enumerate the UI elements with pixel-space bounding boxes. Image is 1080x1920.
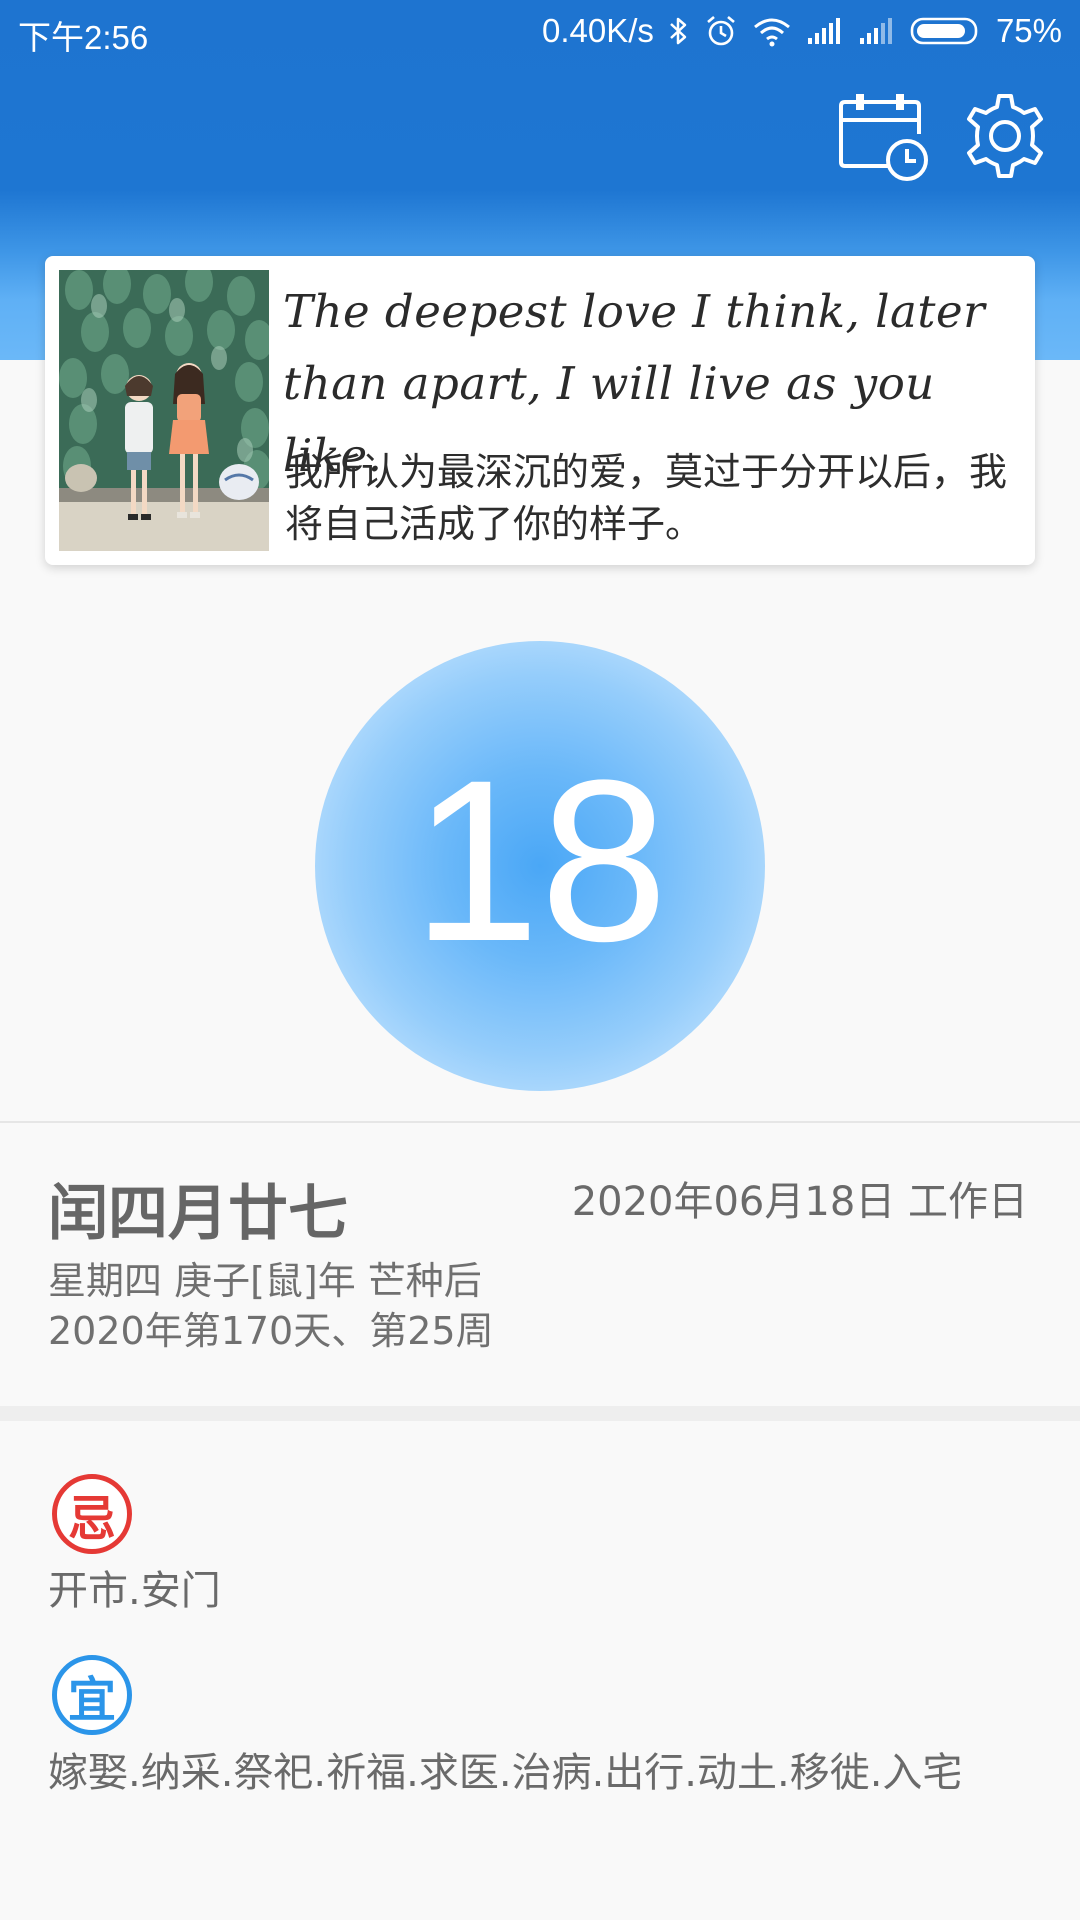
network-speed: 0.40K/s: [542, 12, 654, 49]
bluetooth-icon: [668, 15, 690, 47]
quote-illustration: [59, 270, 269, 551]
suit-badge: 宜: [52, 1655, 132, 1735]
battery-icon: [910, 16, 982, 46]
status-bar: 下午2:56 0.40K/s 75%: [0, 0, 1080, 62]
divider: [0, 1121, 1080, 1123]
wifi-icon: [752, 15, 792, 47]
calendar-screen: 下午2:56 0.40K/s 75% The deepest love I th…: [0, 0, 1080, 1920]
avoid-badge: 忌: [52, 1474, 132, 1554]
status-time: 下午2:56: [18, 19, 149, 56]
battery-percent: 75%: [995, 12, 1062, 49]
signal-icon: [806, 16, 844, 46]
quote-chinese: 我所认为最深沉的爱，莫过于分开以后，我将自己活成了你的样子。: [285, 450, 1008, 546]
section-divider: [0, 1406, 1080, 1421]
day-week-of-year: 2020年第170天、第25周: [48, 1309, 494, 1353]
settings-gear-icon[interactable]: [955, 86, 1055, 186]
daily-quote-card[interactable]: The deepest love I think, later than apa…: [45, 256, 1035, 565]
day-number: 18: [412, 732, 668, 989]
lunar-date: 闰四月廿七: [48, 1179, 348, 1249]
avoid-items: 开市.安门: [48, 1568, 221, 1614]
signal-icon: [858, 16, 896, 46]
alarm-icon: [704, 14, 738, 48]
today-circle[interactable]: 18: [315, 641, 765, 1091]
calendar-clock-icon[interactable]: [833, 86, 933, 186]
solar-date: 2020年06月18日 工作日: [571, 1179, 1028, 1225]
status-indicators: 0.40K/s 75%: [542, 8, 1062, 54]
suit-items: 嫁娶.纳采.祭祀.祈福.求医.治病.出行.动土.移徙.入宅: [48, 1750, 963, 1796]
weekday-zodiac-info: 星期四 庚子[鼠]年 芒种后: [48, 1259, 482, 1303]
